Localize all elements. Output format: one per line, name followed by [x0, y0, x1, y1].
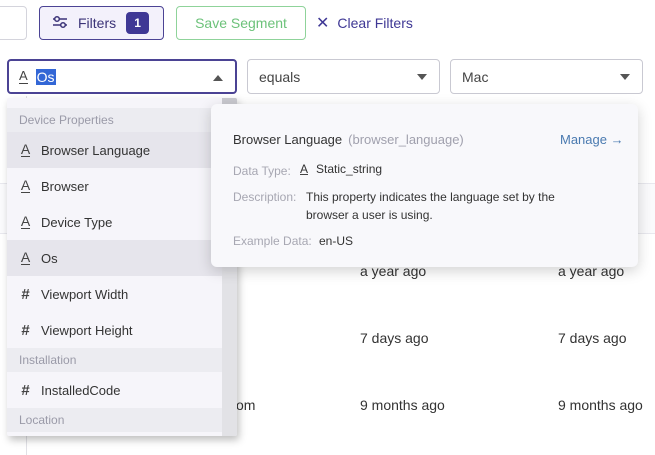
operator-select-value: equals [259, 68, 301, 85]
list-item-label: Os [41, 250, 58, 266]
filters-count-badge: 1 [126, 12, 150, 34]
section-header-installation: Installation [7, 348, 222, 372]
number-type-icon: # [21, 285, 30, 303]
data-type-value-group: A Static_string [300, 162, 382, 176]
list-item-viewport-width[interactable]: # Viewport Width [7, 276, 222, 312]
clear-filters-button[interactable]: ✕ Clear Filters [316, 6, 413, 40]
manage-link[interactable]: Manage → [560, 132, 624, 147]
table-cell: 9 months ago [360, 397, 445, 413]
table-cell: 7 days ago [360, 330, 429, 346]
text-type-icon: A [20, 177, 31, 193]
text-type-icon: A [19, 67, 28, 84]
list-item-os[interactable]: A Os [7, 240, 222, 276]
list-item-installedcode[interactable]: # InstalledCode [7, 372, 222, 408]
clear-filters-label: Clear Filters [337, 15, 413, 31]
property-detail-card: Browser Language (browser_language) Manag… [211, 104, 638, 267]
list-item-viewport-height[interactable]: # Viewport Height [7, 312, 222, 348]
example-data-label: Example Data: [233, 234, 312, 248]
data-type-label: Data Type: [233, 164, 291, 178]
property-select[interactable]: A Os [7, 59, 237, 94]
number-type-icon: # [21, 321, 30, 339]
example-data-value: en-US [319, 234, 354, 248]
table-cell: 7 days ago [558, 330, 627, 346]
property-title: Browser Language (browser_language) [233, 132, 464, 147]
save-segment-button[interactable]: Save Segment [176, 6, 306, 40]
list-item-device-type[interactable]: A Device Type [7, 204, 222, 240]
property-dropdown-list[interactable]: Device Properties A Browser Language A B… [7, 98, 237, 436]
value-select[interactable]: Mac [450, 59, 643, 94]
text-type-icon: A [20, 141, 31, 157]
chevron-down-icon [417, 74, 427, 80]
list-item-label: Browser Language [41, 142, 151, 158]
text-type-icon: A [20, 213, 31, 229]
text-type-icon: A [20, 249, 31, 265]
data-type-value: Static_string [316, 162, 383, 176]
list-item-label: Viewport Width [41, 286, 129, 302]
list-item-label: Browser [41, 178, 89, 194]
previous-button-partial[interactable] [0, 6, 27, 40]
property-select-value: Os [35, 68, 56, 85]
operator-select[interactable]: equals [247, 59, 440, 94]
property-key: (browser_language) [348, 132, 464, 147]
close-icon: ✕ [316, 15, 330, 32]
section-header-location: Location [7, 408, 222, 432]
list-item-browser-language[interactable]: A Browser Language [7, 132, 222, 168]
filters-label: Filters [78, 15, 117, 31]
number-type-icon: # [21, 381, 30, 399]
text-type-icon: A [300, 162, 309, 176]
list-item-label: InstalledCode [41, 382, 121, 398]
chevron-down-icon [620, 74, 630, 80]
sliders-icon [52, 15, 68, 32]
description-label: Description: [233, 190, 297, 204]
chevron-up-icon [213, 75, 223, 81]
list-item-label: Viewport Height [41, 322, 133, 338]
table-cell: 9 months ago [558, 397, 643, 413]
value-select-value: Mac [462, 68, 489, 85]
table-cell: om [236, 397, 256, 413]
description-value: This property indicates the language set… [306, 190, 555, 222]
list-item-browser[interactable]: A Browser [7, 168, 222, 204]
section-header-device-properties: Device Properties [7, 108, 222, 132]
property-name: Browser Language [233, 132, 343, 147]
list-item-label: Device Type [41, 214, 113, 230]
filters-button[interactable]: Filters 1 [39, 6, 164, 40]
